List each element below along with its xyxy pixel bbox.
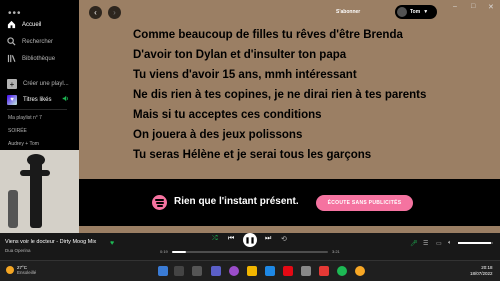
sidebar-playlist-item[interactable]: Ma playlist n° 7 [8, 115, 42, 121]
create-playlist-button[interactable]: + Créer une playl... [7, 79, 69, 89]
repeat-icon[interactable]: ⟲ [281, 235, 287, 243]
task-view-icon[interactable] [192, 266, 202, 276]
banner-text: Rien que l'instant présent. [174, 196, 299, 207]
avatar [397, 7, 407, 17]
lyric-line: Mais si tu acceptes ces conditions [133, 109, 322, 121]
cover-figure-arms [20, 170, 50, 176]
user-name: Tom [410, 9, 421, 15]
close-icon[interactable]: ✕ [488, 3, 494, 11]
subscribe-link[interactable]: S'abonner [336, 9, 360, 15]
back-button[interactable]: ‹ [89, 6, 102, 19]
edge-icon[interactable] [265, 266, 275, 276]
sidebar-playlist-item[interactable]: Audrey + Tom [8, 141, 39, 147]
lyric-line: On jouera à des jeux polissons [133, 129, 303, 141]
speaker-icon [62, 95, 68, 102]
lyric-line: Tu seras Hélène et je serai tous les gar… [133, 149, 372, 161]
heart-icon: ♥ [7, 95, 17, 105]
weather-text: Ensoleillé [17, 270, 37, 275]
duration-time: 3:21 [332, 249, 340, 254]
menu-dots-icon[interactable]: ••• [8, 8, 22, 19]
sidebar-item-search[interactable]: Rechercher [7, 37, 53, 46]
cover-figure [30, 158, 42, 228]
sidebar-item-library[interactable]: Bibliothèque [7, 54, 55, 63]
progress-fill [172, 251, 187, 253]
elapsed-time: 0:19 [160, 249, 168, 254]
devices-icon[interactable]: ▭ [436, 240, 442, 247]
sidebar-playlist-item[interactable]: SOIRÉE [8, 128, 27, 134]
premium-button[interactable]: ÉCOUTE SANS PUBLICITÉS [316, 195, 413, 211]
cover-figure-head [27, 154, 45, 166]
liked-songs-label: Titres likés [23, 97, 52, 103]
search-taskbar-icon[interactable] [174, 266, 184, 276]
pause-button[interactable]: ❚❚ [243, 233, 257, 247]
file-explorer-icon[interactable] [247, 266, 257, 276]
previous-icon[interactable]: ⏮ [228, 235, 234, 243]
queue-icon[interactable]: ☰ [423, 240, 428, 247]
lyric-line: D'avoir ton Dylan et d'insulter ton papa [133, 49, 347, 61]
lyric-line: Comme beaucoup de filles tu rêves d'être… [133, 29, 403, 41]
clock[interactable]: 20:18 18/07/2022 [470, 265, 493, 277]
spotify-logo-icon [152, 195, 167, 210]
weather-widget[interactable]: 27°C Ensoleillé [6, 265, 36, 275]
sidebar-item-label: Bibliothèque [22, 55, 56, 62]
forward-button[interactable]: › [108, 6, 121, 19]
pause-icon: ❚❚ [244, 237, 256, 244]
track-artist[interactable]: Dua Operina [5, 248, 31, 253]
lyrics-icon[interactable]: 🎤︎ [410, 240, 418, 247]
app-icon[interactable] [319, 266, 329, 276]
chevron-down-icon: ▼ [423, 9, 429, 15]
volume-slider[interactable] [458, 242, 493, 244]
chevron-right-icon: › [113, 8, 116, 17]
lyrics-list: Comme beaucoup de filles tu rêves d'être… [133, 28, 473, 168]
plus-icon: + [7, 79, 17, 89]
sun-icon [6, 266, 14, 274]
sidebar: ••• Accueil Rechercher Bibliothèque + Cr… [0, 0, 79, 233]
chevron-left-icon: ‹ [94, 8, 97, 17]
heart-icon[interactable]: ♥ [110, 240, 114, 247]
chrome-icon[interactable] [355, 266, 365, 276]
spotify-window: ••• Accueil Rechercher Bibliothèque + Cr… [0, 0, 500, 260]
cover-figure-left [8, 190, 18, 228]
start-icon[interactable] [158, 266, 168, 276]
teams-icon[interactable] [211, 266, 221, 276]
windows-taskbar: 27°C Ensoleillé 20:18 18/07/2022 [0, 260, 500, 281]
progress-bar[interactable] [172, 251, 328, 253]
sidebar-item-home[interactable]: Accueil [7, 20, 41, 29]
track-title[interactable]: Viens voir le docteur - Dirty Moog Mix [5, 239, 96, 245]
spotify-icon[interactable] [337, 266, 347, 276]
minimize-icon[interactable]: – [453, 3, 457, 10]
album-cover[interactable] [0, 150, 79, 233]
sidebar-item-label: Accueil [22, 21, 42, 28]
now-playing-bar: Viens voir le docteur - Dirty Moog Mix D… [0, 233, 500, 260]
sidebar-divider [7, 109, 67, 110]
home-icon [7, 20, 16, 29]
library-icon [7, 54, 16, 63]
search-icon [7, 37, 16, 46]
shuffle-icon[interactable]: ⤮ [212, 235, 218, 243]
liked-songs-button[interactable]: ♥ Titres likés [7, 95, 51, 105]
netflix-icon[interactable] [283, 266, 293, 276]
photos-icon[interactable] [301, 266, 311, 276]
date: 18/07/2022 [470, 271, 493, 276]
ad-banner: Rien que l'instant présent. ÉCOUTE SANS … [79, 179, 500, 226]
volume-fill [458, 242, 492, 244]
app-icon[interactable] [229, 266, 239, 276]
lyric-line: Tu viens d'avoir 15 ans, mmh intéressant [133, 69, 357, 81]
maximize-icon[interactable]: □ [471, 3, 475, 10]
volume-icon[interactable]: 🔈︎ [448, 240, 452, 247]
sidebar-item-label: Rechercher [22, 38, 54, 45]
create-playlist-label: Créer une playl... [23, 81, 69, 87]
lyric-line: Ne dis rien à tes copines, je ne dirai r… [133, 89, 427, 101]
next-icon[interactable]: ⏭ [265, 235, 271, 243]
user-menu[interactable]: Tom ▼ [395, 5, 437, 19]
